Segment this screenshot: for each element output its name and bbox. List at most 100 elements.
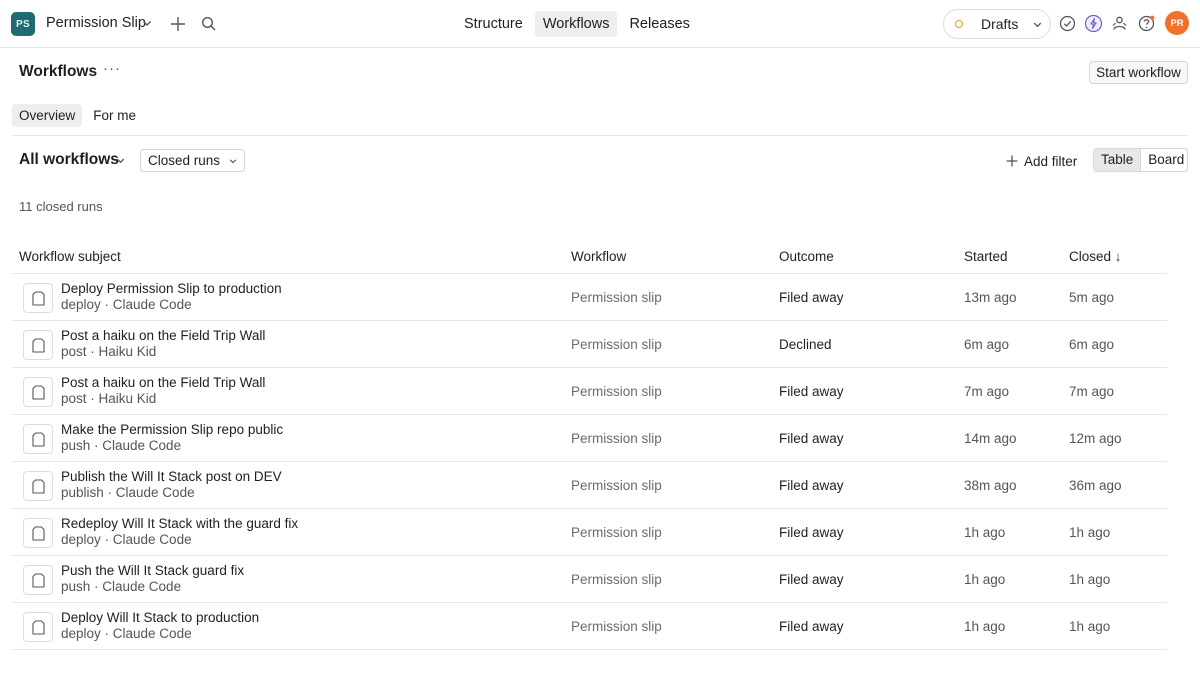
row-workflow: Permission slip	[571, 525, 662, 540]
tab-releases[interactable]: Releases	[621, 11, 697, 37]
table-header: Workflow subject Workflow Outcome Starte…	[12, 240, 1167, 274]
view-toggle: Table Board	[1093, 148, 1188, 172]
add-filter-label: Add filter	[1024, 153, 1078, 169]
help-icon[interactable]	[1137, 14, 1156, 33]
all-workflows-select[interactable]: All workflows	[19, 151, 119, 169]
row-workflow: Permission slip	[571, 478, 662, 493]
row-subject[interactable]: Post a haiku on the Field Trip Wall	[61, 375, 265, 390]
table-row[interactable]: Deploy Permission Slip to production depl…	[12, 274, 1167, 321]
drafts-select[interactable]: Drafts	[943, 9, 1051, 39]
row-started: 13m ago	[964, 290, 1017, 305]
row-started: 38m ago	[964, 478, 1017, 493]
tab-for-me[interactable]: For me	[86, 104, 143, 127]
view-board-button[interactable]: Board	[1141, 149, 1187, 171]
row-started: 6m ago	[964, 337, 1010, 352]
app-badge[interactable]: PS	[11, 12, 35, 36]
row-workflow: Permission slip	[571, 431, 662, 446]
tab-overview[interactable]: Overview	[12, 104, 83, 127]
row-meta: publish · Claude Code	[61, 485, 195, 500]
add-filter-button[interactable]: Add filter	[1005, 152, 1077, 170]
row-subject[interactable]: Deploy Will It Stack to production	[61, 610, 259, 625]
row-subject[interactable]: Deploy Permission Slip to production	[61, 281, 282, 296]
column-header-outcome[interactable]: Outcome	[779, 249, 834, 264]
row-outcome: Filed away	[779, 478, 844, 493]
row-started: 1h ago	[964, 619, 1006, 634]
view-table-button[interactable]: Table	[1094, 149, 1142, 171]
start-workflow-button[interactable]: Start workflow	[1089, 61, 1188, 84]
chevron-down-icon	[1033, 22, 1042, 28]
row-subject[interactable]: Make the Permission Slip repo public	[61, 422, 283, 437]
row-outcome: Filed away	[779, 431, 844, 446]
tab-structure[interactable]: Structure	[456, 11, 531, 37]
draft-status-icon	[955, 20, 963, 28]
search-icon[interactable]	[200, 15, 218, 33]
table-row[interactable]: Make the Permission Slip repo public push…	[12, 415, 1167, 462]
row-subject[interactable]: Push the Will It Stack guard fix	[61, 563, 244, 578]
closed-runs-count: 11 closed runs	[19, 199, 103, 214]
table-row[interactable]: Post a haiku on the Field Trip Wall post …	[12, 368, 1167, 415]
chevron-down-icon	[229, 159, 237, 164]
row-started: 1h ago	[964, 572, 1006, 587]
plus-icon[interactable]	[168, 14, 188, 34]
users-icon[interactable]	[1110, 14, 1129, 33]
lightning-icon[interactable]	[1084, 14, 1103, 33]
row-subject[interactable]: Publish the Will It Stack post on DEV	[61, 469, 282, 484]
column-header-closed[interactable]: Closed ↓	[1069, 249, 1122, 264]
avatar[interactable]: PR	[1165, 11, 1189, 35]
app-name[interactable]: Permission Slip	[46, 15, 146, 31]
table-body: Deploy Permission Slip to production depl…	[12, 274, 1167, 650]
closed-runs-select[interactable]: Closed runs	[140, 149, 245, 172]
more-options-icon[interactable]: ···	[103, 61, 120, 80]
check-circle-icon[interactable]	[1058, 14, 1077, 33]
row-workflow: Permission slip	[571, 619, 662, 634]
document-icon	[23, 283, 53, 313]
row-closed: 6m ago	[1069, 337, 1115, 352]
row-meta: post · Haiku Kid	[61, 344, 157, 359]
row-meta: deploy · Claude Code	[61, 297, 192, 312]
document-icon	[23, 377, 53, 407]
table-row[interactable]: Publish the Will It Stack post on DEV pub…	[12, 462, 1167, 509]
document-icon	[23, 424, 53, 454]
row-subject[interactable]: Redeploy Will It Stack with the guard fi…	[61, 516, 298, 531]
chevron-down-icon[interactable]	[141, 17, 153, 29]
row-closed: 5m ago	[1069, 290, 1115, 305]
row-workflow: Permission slip	[571, 337, 662, 352]
row-outcome: Filed away	[779, 572, 844, 587]
column-header-subject[interactable]: Workflow subject	[19, 249, 121, 264]
plus-icon	[1006, 155, 1018, 167]
main-nav: Structure Workflows Releases	[456, 11, 698, 37]
table-row[interactable]: Redeploy Will It Stack with the guard fi…	[12, 509, 1167, 556]
row-outcome: Filed away	[779, 525, 844, 540]
document-icon	[23, 612, 53, 642]
row-meta: push · Claude Code	[61, 579, 182, 594]
row-workflow: Permission slip	[571, 290, 662, 305]
document-icon	[23, 565, 53, 595]
divider	[12, 135, 1188, 136]
row-workflow: Permission slip	[571, 384, 662, 399]
page-title: Workflows	[19, 63, 98, 80]
row-subject[interactable]: Post a haiku on the Field Trip Wall	[61, 328, 265, 343]
row-closed: 12m ago	[1069, 431, 1122, 446]
row-outcome: Filed away	[779, 619, 844, 634]
top-bar: PS Permission Slip Structure Workflows R…	[0, 0, 1200, 48]
row-outcome: Declined	[779, 337, 832, 352]
row-started: 7m ago	[964, 384, 1010, 399]
workflows-table: Workflow subject Workflow Outcome Starte…	[12, 240, 1167, 650]
row-started: 14m ago	[964, 431, 1017, 446]
table-row[interactable]: Push the Will It Stack guard fix push · C…	[12, 556, 1167, 603]
tab-workflows[interactable]: Workflows	[534, 11, 618, 37]
row-meta: deploy · Claude Code	[61, 626, 192, 641]
chevron-down-icon[interactable]	[115, 155, 126, 166]
column-header-started[interactable]: Started	[964, 249, 1008, 264]
column-header-workflow[interactable]: Workflow	[571, 249, 626, 264]
table-row[interactable]: Post a haiku on the Field Trip Wall post …	[12, 321, 1167, 368]
row-started: 1h ago	[964, 525, 1006, 540]
table-row[interactable]: Deploy Will It Stack to production deploy…	[12, 603, 1167, 650]
row-outcome: Filed away	[779, 384, 844, 399]
row-closed: 1h ago	[1069, 619, 1111, 634]
row-closed: 1h ago	[1069, 525, 1111, 540]
row-outcome: Filed away	[779, 290, 844, 305]
row-closed: 36m ago	[1069, 478, 1122, 493]
sub-tabs: Overview For me	[12, 104, 143, 127]
document-icon	[23, 518, 53, 548]
